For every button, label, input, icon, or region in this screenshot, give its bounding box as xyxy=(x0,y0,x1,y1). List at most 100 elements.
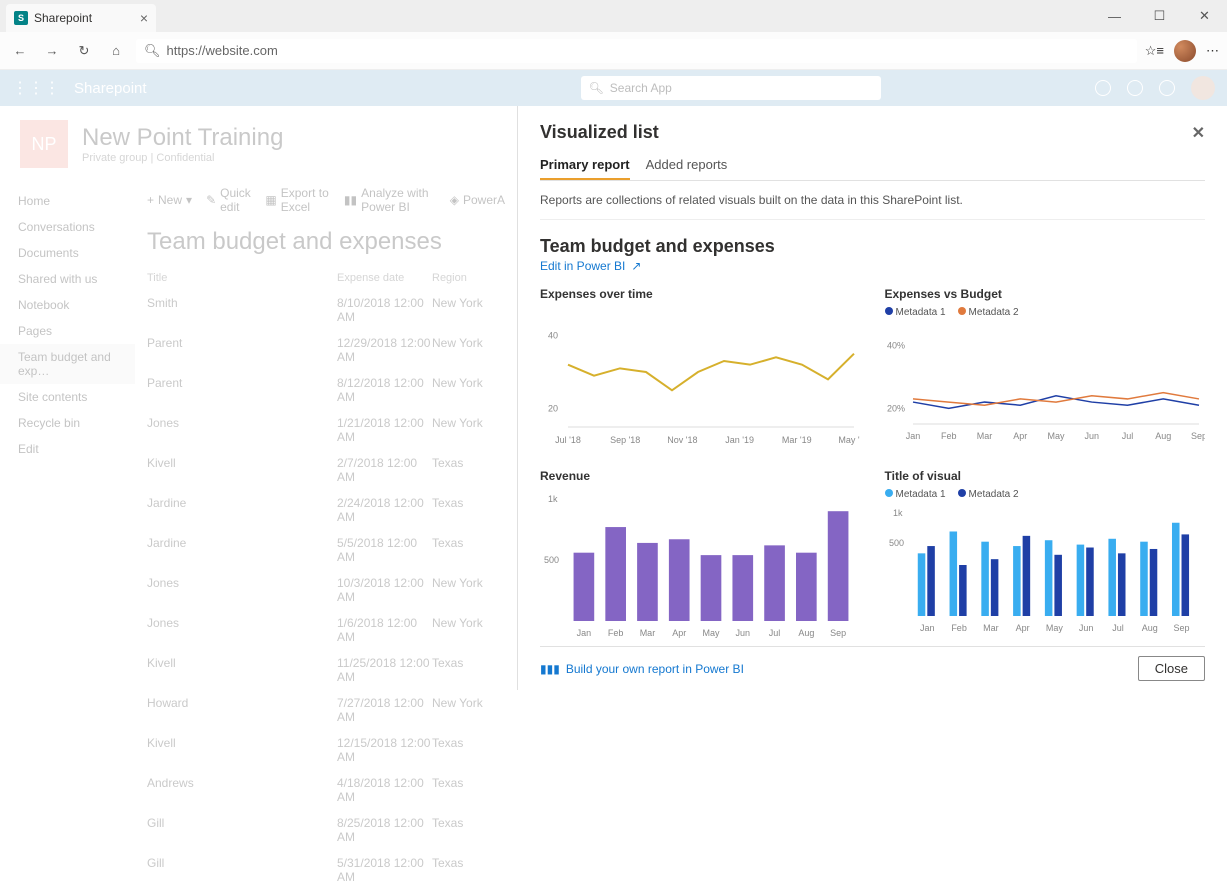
back-icon[interactable]: ← xyxy=(8,39,32,63)
powerapps-button[interactable]: ◈PowerA xyxy=(450,193,505,207)
suite-title: Sharepoint xyxy=(74,80,147,97)
svg-text:Feb: Feb xyxy=(608,628,624,638)
svg-text:Apr: Apr xyxy=(1013,431,1027,441)
column-title[interactable]: Title xyxy=(147,272,337,284)
sidebar-item[interactable]: Documents xyxy=(0,240,135,266)
panel-tabs: Primary report Added reports xyxy=(540,151,1205,181)
svg-text:Jan: Jan xyxy=(920,623,935,633)
suite-action-icon[interactable] xyxy=(1159,80,1175,96)
left-navigation: HomeConversationsDocumentsShared with us… xyxy=(0,182,135,468)
table-row[interactable]: Kivell12/15/2018 12:00 AMTexas xyxy=(147,730,505,770)
svg-text:Mar: Mar xyxy=(976,431,992,441)
edit-in-powerbi-link[interactable]: Edit in Power BI↗ xyxy=(540,259,1205,273)
table-row[interactable]: Parent8/12/2018 12:00 AMNew York xyxy=(147,370,505,410)
sidebar-item[interactable]: Notebook xyxy=(0,292,135,318)
sidebar-item[interactable]: Shared with us xyxy=(0,266,135,292)
chevron-down-icon: ▾ xyxy=(186,193,192,207)
svg-text:Jul: Jul xyxy=(1112,623,1124,633)
svg-text:Apr: Apr xyxy=(1015,623,1029,633)
favorites-icon[interactable]: ☆≡ xyxy=(1145,43,1164,59)
svg-text:Aug: Aug xyxy=(1155,431,1171,441)
chart-expenses-over-time: Expenses over time 2040Jul '18Sep '18Nov… xyxy=(540,287,861,455)
table-row[interactable]: Gill8/25/2018 12:00 AMTexas xyxy=(147,810,505,850)
sidebar-item[interactable]: Edit xyxy=(0,436,135,462)
excel-icon: ▦ xyxy=(265,193,276,207)
build-report-link[interactable]: ▮▮▮ Build your own report in Power BI xyxy=(540,662,744,676)
edit-icon: ✎ xyxy=(206,193,216,207)
window-maximize-icon[interactable]: ☐ xyxy=(1137,0,1182,32)
column-date[interactable]: Expense date xyxy=(337,272,432,284)
table-row[interactable]: Smith8/10/2018 12:00 AMNew York xyxy=(147,290,505,330)
table-row[interactable]: Jones1/6/2018 12:00 AMNew York xyxy=(147,610,505,650)
chart-expenses-vs-budget: Expenses vs Budget Metadata 1Metadata 2 … xyxy=(885,287,1206,455)
window-close-icon[interactable]: ✕ xyxy=(1182,0,1227,32)
table-row[interactable]: Parent12/29/2018 12:00 AMNew York xyxy=(147,330,505,370)
table-row[interactable]: Jones1/21/2018 12:00 AMNew York xyxy=(147,410,505,450)
svg-text:Jul: Jul xyxy=(769,628,781,638)
forward-icon[interactable]: → xyxy=(40,39,64,63)
suite-search[interactable]: 🔍︎ Search App xyxy=(581,76,881,100)
column-region[interactable]: Region xyxy=(432,272,502,284)
window-minimize-icon[interactable]: — xyxy=(1092,0,1137,32)
svg-text:Mar '19: Mar '19 xyxy=(782,435,812,445)
refresh-icon[interactable]: ↻ xyxy=(72,39,96,63)
sidebar-item[interactable]: Site contents xyxy=(0,384,135,410)
chart-revenue: Revenue JanFebMarAprMayJunJulAugSep5001k xyxy=(540,469,861,647)
sharepoint-icon: S xyxy=(14,11,28,25)
svg-text:Jul '18: Jul '18 xyxy=(555,435,581,445)
close-icon[interactable]: ✕ xyxy=(1192,123,1205,143)
svg-text:Feb: Feb xyxy=(940,431,956,441)
table-row[interactable]: Jones10/3/2018 12:00 AMNew York xyxy=(147,570,505,610)
export-excel-button[interactable]: ▦Export to Excel xyxy=(265,186,330,214)
site-subtitle: Private group | Confidential xyxy=(82,152,283,164)
svg-text:40: 40 xyxy=(548,330,558,340)
table-row[interactable]: Jardine2/24/2018 12:00 AMTexas xyxy=(147,490,505,530)
sidebar-item[interactable]: Pages xyxy=(0,318,135,344)
analyze-powerbi-button[interactable]: ▮▮Analyze with Power BI xyxy=(344,186,436,214)
svg-text:Jun: Jun xyxy=(736,628,751,638)
chart-icon: ▮▮▮ xyxy=(540,662,560,676)
close-button[interactable]: Close xyxy=(1138,656,1205,681)
site-logo: NP xyxy=(20,120,68,168)
open-external-icon: ↗ xyxy=(631,259,641,273)
table-row[interactable]: Jardine5/5/2018 12:00 AMTexas xyxy=(147,530,505,570)
app-launcher-icon[interactable]: ⋮⋮⋮ xyxy=(12,78,60,98)
table-row[interactable]: Kivell11/25/2018 12:00 AMTexas xyxy=(147,650,505,690)
sidebar-item[interactable]: Recycle bin xyxy=(0,410,135,436)
tab-close-icon[interactable]: × xyxy=(140,10,148,26)
svg-text:Jul: Jul xyxy=(1121,431,1133,441)
svg-text:Feb: Feb xyxy=(951,623,967,633)
quick-edit-button[interactable]: ✎Quick edit xyxy=(206,186,251,214)
more-icon[interactable]: ⋯ xyxy=(1206,43,1219,59)
svg-text:40%: 40% xyxy=(887,341,905,351)
svg-text:Aug: Aug xyxy=(798,628,814,638)
tab-primary-report[interactable]: Primary report xyxy=(540,151,630,180)
svg-text:Jan: Jan xyxy=(577,628,592,638)
sidebar-item[interactable]: Team budget and exp… xyxy=(0,344,135,384)
svg-text:20: 20 xyxy=(548,404,558,414)
browser-tab[interactable]: S Sharepoint × xyxy=(6,4,156,32)
page-background: NP New Point Training Private group | Co… xyxy=(0,106,517,690)
plus-icon: + xyxy=(147,193,154,207)
panel-description: Reports are collections of related visua… xyxy=(540,193,1205,220)
new-button[interactable]: +New▾ xyxy=(147,193,192,207)
svg-text:Sep: Sep xyxy=(830,628,846,638)
panel-title: Visualized list xyxy=(540,122,659,143)
table-row[interactable]: Kivell2/7/2018 12:00 AMTexas xyxy=(147,450,505,490)
svg-text:Apr: Apr xyxy=(672,628,686,638)
profile-avatar[interactable] xyxy=(1174,40,1196,62)
svg-text:Jun: Jun xyxy=(1084,431,1099,441)
sidebar-item[interactable]: Conversations xyxy=(0,214,135,240)
chart-icon: ▮▮ xyxy=(344,193,357,207)
suite-action-icon[interactable] xyxy=(1127,80,1143,96)
url-text: https://website.com xyxy=(167,43,278,58)
user-avatar[interactable] xyxy=(1191,76,1215,100)
suite-action-icon[interactable] xyxy=(1095,80,1111,96)
table-row[interactable]: Howard7/27/2018 12:00 AMNew York xyxy=(147,690,505,730)
tab-added-reports[interactable]: Added reports xyxy=(646,151,728,180)
sidebar-item[interactable]: Home xyxy=(0,188,135,214)
address-bar[interactable]: 🔍︎ https://website.com xyxy=(136,39,1137,63)
table-row[interactable]: Andrews4/18/2018 12:00 AMTexas xyxy=(147,770,505,810)
home-icon[interactable]: ⌂ xyxy=(104,39,128,63)
table-row[interactable]: Gill5/31/2018 12:00 AMTexas xyxy=(147,850,505,890)
